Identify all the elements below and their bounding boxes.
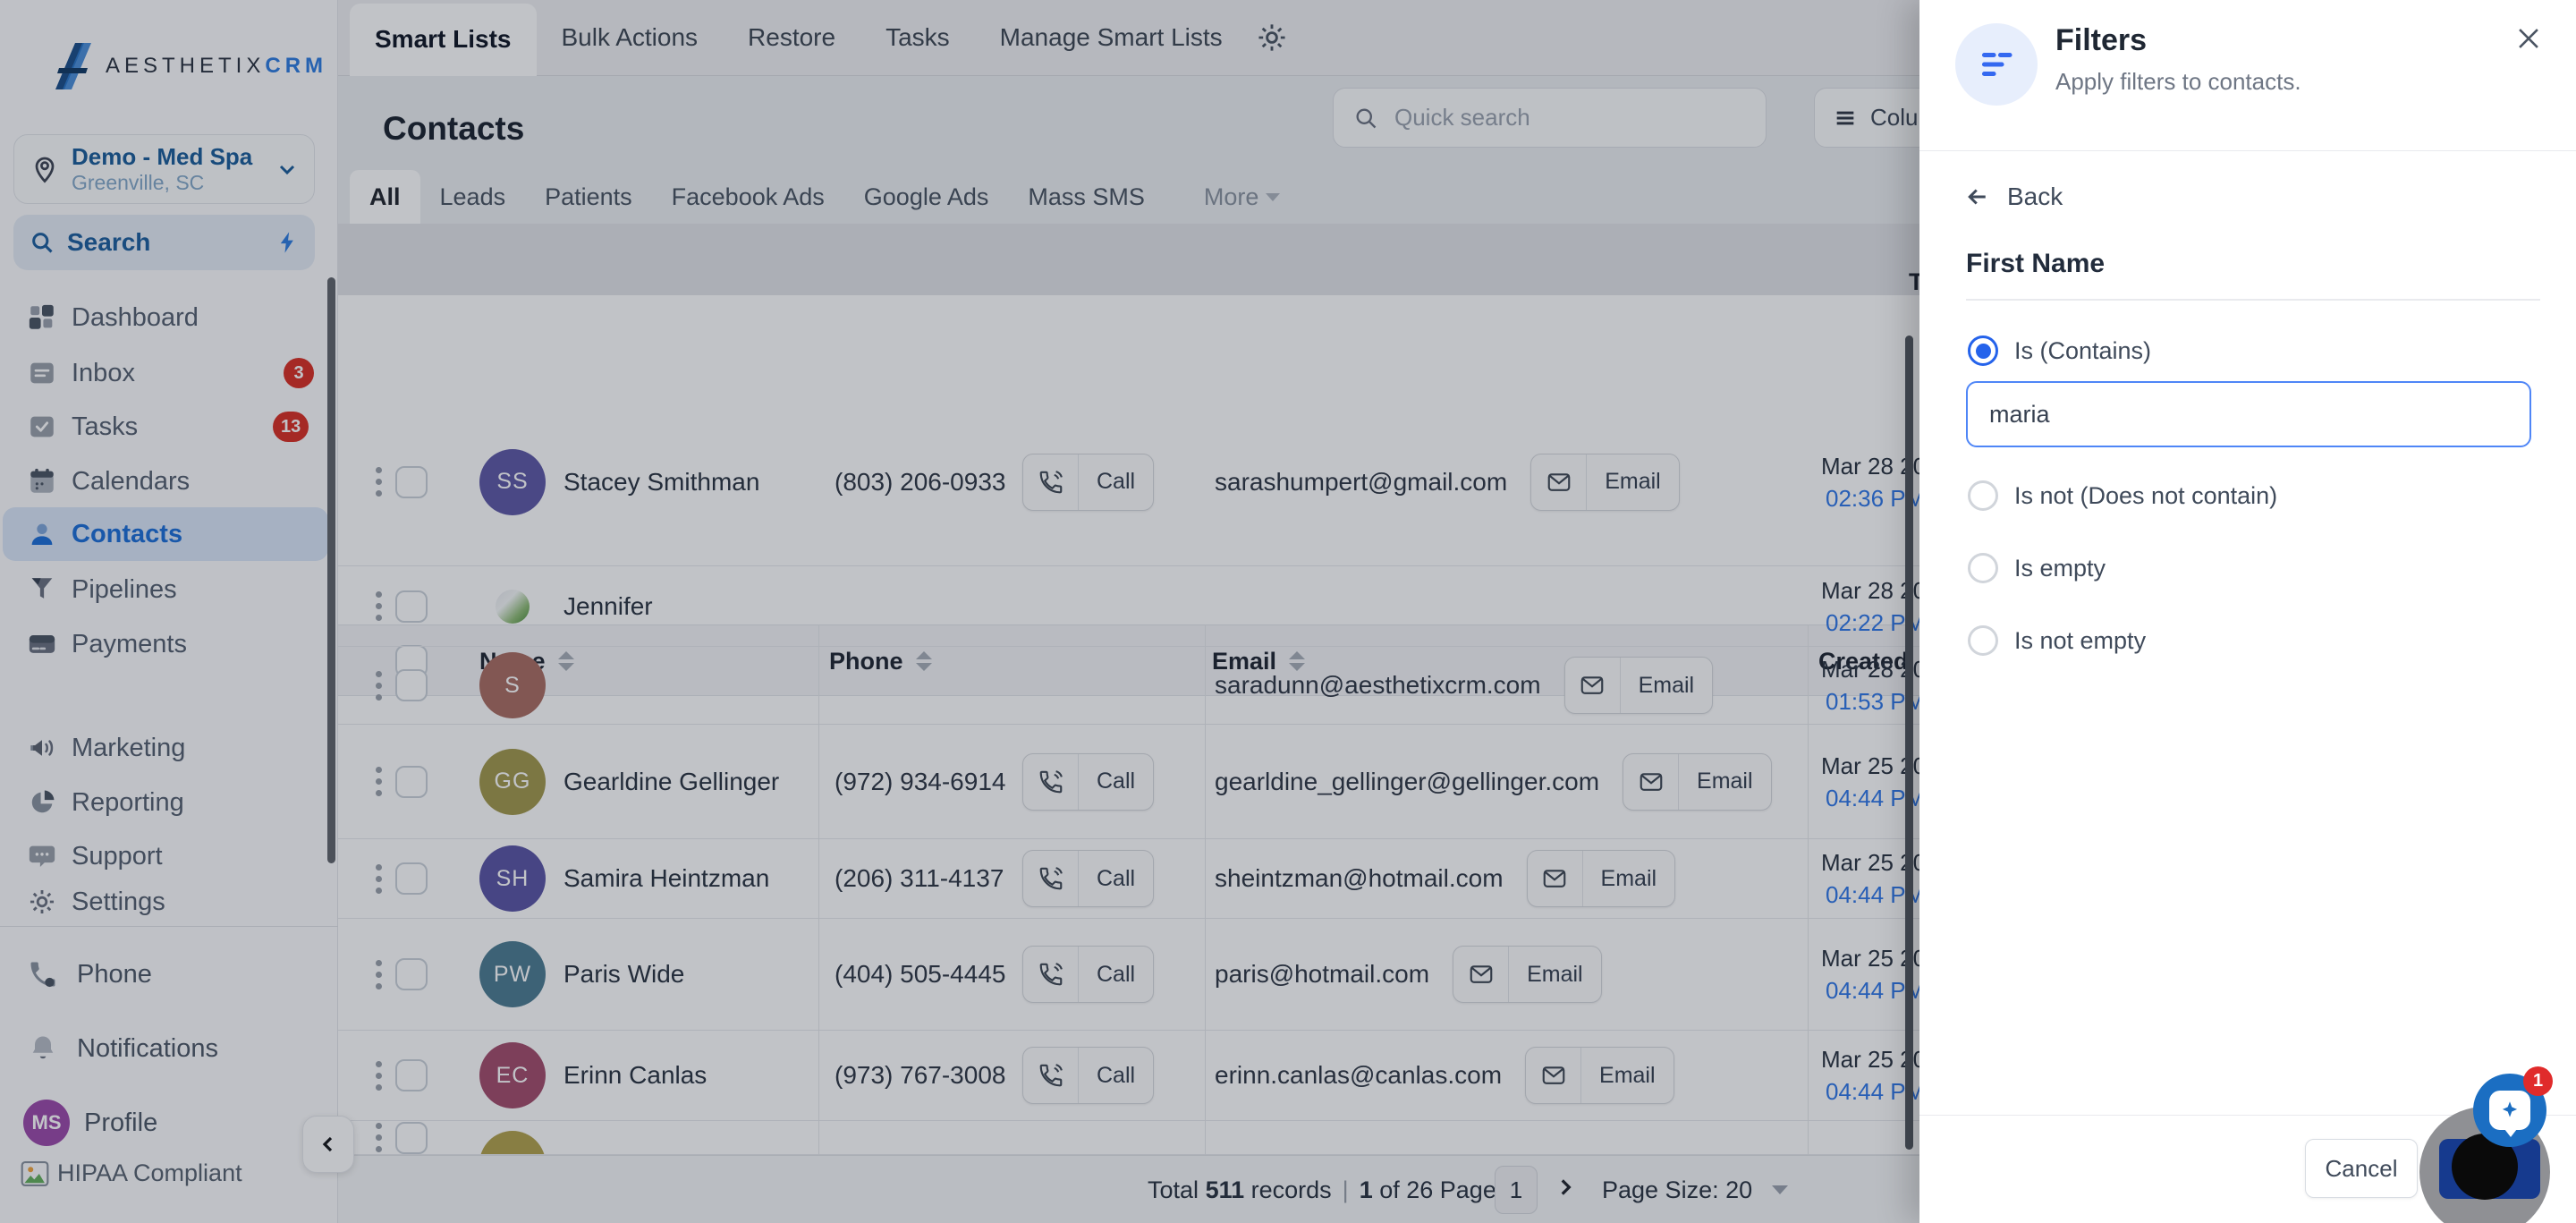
filter-option-label: Is empty <box>2014 554 2106 582</box>
filter-lines-icon <box>1981 52 2012 77</box>
filters-panel-icon <box>1955 23 2038 106</box>
field-divider <box>1966 299 2540 301</box>
radio-unselected[interactable] <box>1968 480 1998 511</box>
arrow-left-icon <box>1968 189 1986 205</box>
filters-title: Filters <box>2055 23 2148 57</box>
back-button[interactable]: Back <box>1964 183 2063 211</box>
modal-dim-overlay[interactable] <box>0 0 1919 1223</box>
close-icon[interactable] <box>2513 23 2544 54</box>
filter-option-label: Is (Contains) <box>2014 336 2152 364</box>
filter-option-label: Is not (Does not contain) <box>2014 481 2278 509</box>
filters-panel: Filters Apply filters to contacts. Back … <box>1919 0 2576 1223</box>
sparkle-icon <box>2502 1101 2518 1117</box>
filter-option-4[interactable]: Is not empty <box>1968 625 2146 656</box>
filter-option-3[interactable]: Is empty <box>1968 553 2106 583</box>
back-label: Back <box>2007 183 2063 210</box>
filter-option-label: Is not empty <box>2014 626 2147 654</box>
filters-subtitle: Apply filters to contacts. <box>2055 68 2301 95</box>
filter-value-input[interactable] <box>1966 381 2531 447</box>
radio-unselected[interactable] <box>1968 625 1998 656</box>
panel-divider <box>1919 150 2576 151</box>
app-root: AESTHETIXCRM Demo - Med Spa Greenville, … <box>0 0 2576 1223</box>
filter-option-1[interactable]: Is (Contains) <box>1968 335 2151 366</box>
cancel-button[interactable]: Cancel <box>2305 1139 2418 1198</box>
filter-option-2[interactable]: Is not (Does not contain) <box>1968 480 2277 511</box>
filter-field-title: First Name <box>1966 249 2106 278</box>
chat-notification-badge: 1 <box>2523 1066 2553 1096</box>
radio-selected[interactable] <box>1968 335 1998 366</box>
radio-unselected[interactable] <box>1968 553 1998 583</box>
chat-bubble-icon <box>2489 1091 2530 1137</box>
